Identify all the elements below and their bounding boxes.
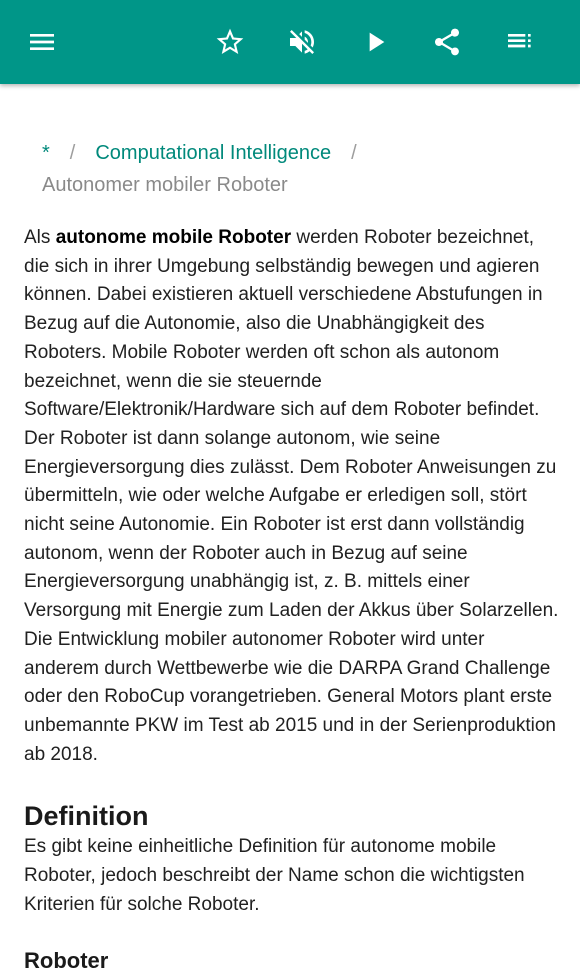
menu-icon [30, 34, 54, 50]
article-body: Als autonome mobile Roboter werden Robot… [24, 224, 560, 975]
playlist-icon [508, 34, 531, 48]
intro-prefix: Als [24, 227, 56, 248]
app-toolbar [0, 0, 580, 84]
intro-paragraph: Als autonome mobile Roboter werden Robot… [24, 224, 560, 769]
section-heading-definition: Definition [24, 801, 149, 832]
volume-off-icon [290, 30, 314, 54]
breadcrumb-home-link[interactable]: * [42, 142, 50, 164]
intro-text: werden Roboter bezeichnet, die sich in i… [24, 227, 559, 765]
playlist-button[interactable] [496, 18, 544, 66]
share-icon [435, 28, 459, 56]
definition-paragraph: Es gibt keine einheitliche Definition fü… [24, 836, 525, 915]
play-button[interactable] [351, 18, 399, 66]
menu-button[interactable] [18, 18, 66, 66]
share-button[interactable] [423, 18, 471, 66]
breadcrumb-current: Autonomer mobiler Roboter [42, 174, 288, 196]
intro-bold-term: autonome mobile Roboter [55, 227, 292, 248]
star-outline-icon [216, 28, 244, 54]
breadcrumb: * / Computational Intelligence / Autonomer … [42, 137, 542, 201]
favorite-button[interactable] [206, 18, 254, 66]
mute-button[interactable] [278, 18, 326, 66]
play-icon [369, 32, 385, 52]
breadcrumb-separator: / [69, 142, 76, 164]
breadcrumb-separator: / [351, 142, 357, 164]
breadcrumb-category-link[interactable]: Computational Intelligence [95, 142, 331, 164]
subheading-roboter: Roboter [24, 948, 109, 974]
